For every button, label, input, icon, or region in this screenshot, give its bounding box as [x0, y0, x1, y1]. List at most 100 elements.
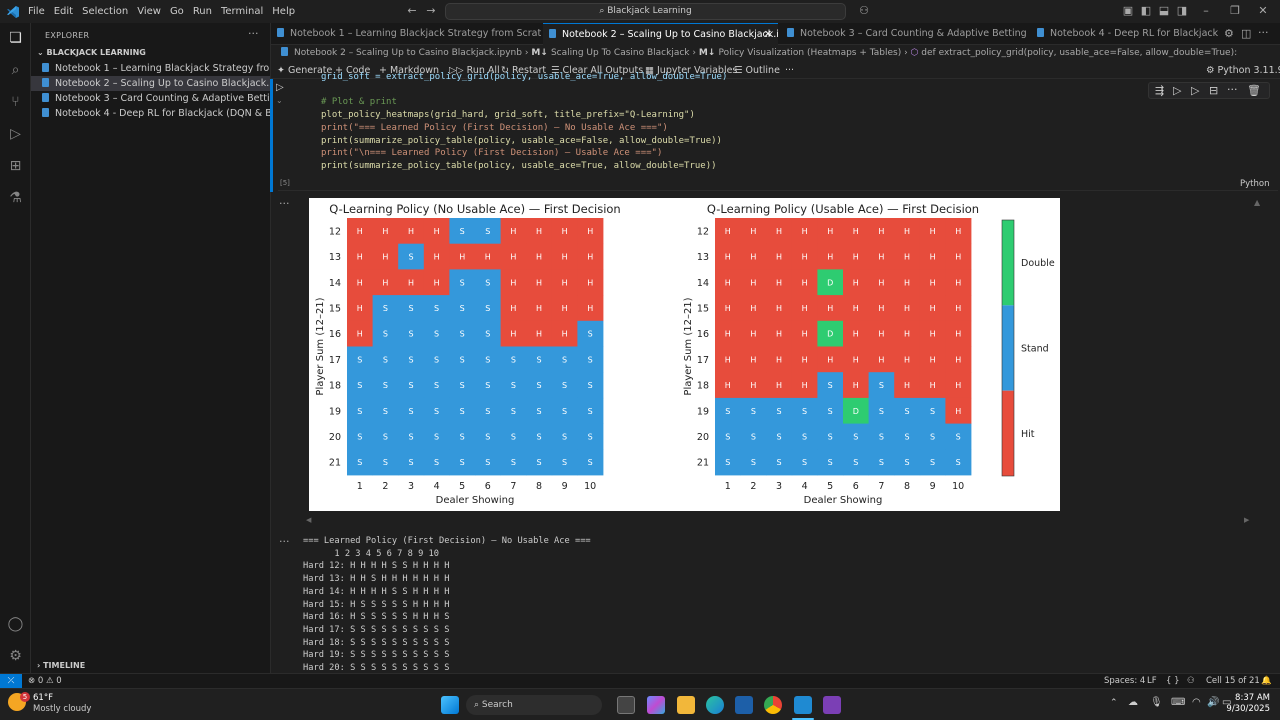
file-item-notebook-4[interactable]: Notebook 4 - Deep RL for Blackjack (DQN …: [31, 106, 270, 121]
cell-language[interactable]: Python: [1240, 179, 1269, 189]
cell-action-label: S: [904, 432, 909, 441]
output-more-icon[interactable]: ···: [279, 535, 290, 548]
breadcrumb-heading-1[interactable]: Scaling Up To Casino Blackjack: [551, 48, 690, 58]
menu-terminal[interactable]: Terminal: [221, 6, 263, 17]
run-debug-icon[interactable]: ▷: [6, 125, 25, 144]
explorer-icon[interactable]: ❏: [6, 29, 25, 48]
more-actions-icon[interactable]: ···: [1227, 83, 1238, 96]
wifi-icon[interactable]: ◠: [1192, 697, 1201, 708]
tray-chevron-icon[interactable]: ⌃: [1110, 698, 1118, 708]
scroll-left-icon[interactable]: ◀: [306, 516, 311, 524]
cell-action-label: H: [904, 278, 910, 287]
tab-notebook-3[interactable]: Notebook 3 – Card Counting & Adaptive Be…: [781, 23, 1026, 45]
cloud-icon[interactable]: ☁: [1128, 697, 1138, 708]
file-explorer-icon[interactable]: [677, 696, 695, 714]
clock-date[interactable]: 9/30/2025: [1225, 704, 1270, 714]
cell-action-label: H: [357, 227, 363, 236]
menu-edit[interactable]: Edit: [54, 6, 73, 17]
copilot-status-icon[interactable]: ⚇: [1187, 674, 1195, 688]
back-arrow-icon[interactable]: ←: [405, 4, 419, 18]
menu-run[interactable]: Run: [193, 6, 212, 17]
weather-condition: Mostly cloudy: [33, 704, 92, 714]
execute-above-icon[interactable]: ▷: [1173, 84, 1181, 97]
language-status[interactable]: { }: [1166, 674, 1180, 688]
menu-file[interactable]: File: [28, 6, 45, 17]
output-more-icon[interactable]: ···: [279, 197, 290, 210]
problems-indicator[interactable]: ⊗ 0 ⚠ 0: [28, 674, 62, 688]
split-cell-icon[interactable]: ⊟: [1209, 84, 1218, 97]
split-editor-icon[interactable]: ◫: [1241, 27, 1251, 40]
breadcrumb-file[interactable]: Notebook 2 – Scaling Up to Casino Blackj…: [294, 48, 522, 58]
tab-label: Notebook 3 – Card Counting & Adaptive Be…: [800, 28, 1026, 39]
indentation-status[interactable]: Spaces: 4: [1104, 674, 1145, 688]
windows-start-icon[interactable]: [441, 696, 459, 714]
file-item-notebook-2[interactable]: Notebook 2 – Scaling Up to Casino Blackj…: [31, 76, 270, 91]
execute-below-icon[interactable]: ▷: [1191, 84, 1199, 97]
workspace-folder[interactable]: ⌄ BLACKJACK LEARNING: [37, 48, 146, 57]
chrome-icon[interactable]: [764, 696, 782, 714]
onenote-icon[interactable]: [823, 696, 841, 714]
scroll-up-icon[interactable]: ▲: [1254, 198, 1260, 207]
copilot-icon[interactable]: ⚇: [854, 4, 874, 18]
menu-view[interactable]: View: [137, 6, 161, 17]
remote-indicator-icon[interactable]: ⤫: [0, 674, 22, 688]
menu-selection[interactable]: Selection: [82, 6, 128, 17]
toggle-secondary-icon[interactable]: ◨: [1175, 4, 1189, 18]
keyboard-icon[interactable]: ⌨: [1171, 697, 1185, 708]
cell-action-label: S: [408, 253, 413, 262]
layout-icon[interactable]: ▣: [1121, 4, 1135, 18]
tab-notebook-1[interactable]: Notebook 1 – Learning Blackjack Strategy…: [271, 23, 541, 45]
minimize-icon[interactable]: –: [1199, 4, 1213, 18]
breadcrumb-function[interactable]: def extract_policy_grid(policy, usable_a…: [921, 48, 1237, 58]
cell-action-label: S: [725, 407, 730, 416]
task-view-icon[interactable]: [617, 696, 635, 714]
x-tick-label: 1: [725, 481, 731, 492]
source-control-icon[interactable]: ⑂: [6, 93, 25, 112]
vscode-taskbar-icon[interactable]: [794, 696, 812, 714]
account-icon[interactable]: ◯: [6, 615, 25, 634]
notifications-bell-icon[interactable]: 🔔: [1261, 674, 1272, 688]
more-actions-icon[interactable]: ···: [1258, 26, 1269, 39]
timeline-section[interactable]: › TIMELINE: [37, 661, 85, 670]
toggle-panel-icon[interactable]: ⬓: [1157, 4, 1171, 18]
maximize-icon[interactable]: ❐: [1228, 4, 1242, 18]
code-editor[interactable]: grid_soft = extract_policy_grid(policy, …: [321, 71, 1270, 173]
edge-browser-icon[interactable]: [706, 696, 724, 714]
cell-menu-chevron-icon[interactable]: ⌄: [276, 96, 283, 105]
command-center-search[interactable]: ⌕ Blackjack Learning: [445, 3, 846, 20]
forward-arrow-icon[interactable]: →: [424, 4, 438, 18]
code-cell[interactable]: grid_soft = extract_policy_grid(policy, …: [295, 72, 1270, 183]
search-view-icon[interactable]: ⌕: [6, 61, 25, 80]
file-item-notebook-3[interactable]: Notebook 3 – Card Counting & Adaptive Be…: [31, 91, 270, 106]
y-tick-label: 15: [329, 303, 341, 314]
cell-action-label: S: [802, 458, 807, 467]
menu-help[interactable]: Help: [272, 6, 295, 17]
close-tab-icon[interactable]: ✕: [764, 24, 772, 45]
file-item-notebook-1[interactable]: Notebook 1 – Learning Blackjack Strategy…: [31, 61, 270, 76]
tab-notebook-2[interactable]: Notebook 2 – Scaling Up to Casino Blackj…: [543, 23, 778, 45]
tab-notebook-4[interactable]: Notebook 4 - Deep RL for Blackjack (DQN …: [1031, 23, 1221, 45]
delete-cell-icon[interactable]: 🗑: [1247, 84, 1261, 97]
store-icon[interactable]: [735, 696, 753, 714]
clock-time[interactable]: 8:37 AM: [1230, 693, 1270, 703]
menu-go[interactable]: Go: [170, 6, 184, 17]
copilot-app-icon[interactable]: [647, 696, 665, 714]
microphone-icon[interactable]: 🎙: [1150, 697, 1163, 708]
close-window-icon[interactable]: ✕: [1256, 4, 1270, 18]
manage-gear-icon[interactable]: ⚙: [6, 647, 25, 666]
volume-icon[interactable]: 🔊: [1207, 697, 1219, 708]
eol-status[interactable]: LF: [1147, 674, 1157, 688]
more-actions-icon[interactable]: ···: [248, 27, 259, 40]
x-axis-label: Dealer Showing: [436, 495, 515, 506]
toggle-sidebar-icon[interactable]: ◧: [1139, 4, 1153, 18]
taskbar-search[interactable]: ⌕ Search: [466, 695, 602, 715]
run-cell-icon[interactable]: ▷: [276, 82, 284, 93]
cell-action-label: H: [750, 330, 756, 339]
cell-position-status[interactable]: Cell 15 of 21: [1206, 674, 1260, 688]
run-above-icon[interactable]: ⇶: [1155, 84, 1164, 97]
editor-settings-gear-icon[interactable]: ⚙: [1224, 27, 1234, 40]
extensions-icon[interactable]: ⊞: [6, 157, 25, 176]
scroll-right-icon[interactable]: ▶: [1244, 516, 1249, 524]
breadcrumb-heading-2[interactable]: Policy Visualization (Heatmaps + Tables): [718, 48, 901, 58]
testing-icon[interactable]: ⚗: [6, 189, 25, 208]
